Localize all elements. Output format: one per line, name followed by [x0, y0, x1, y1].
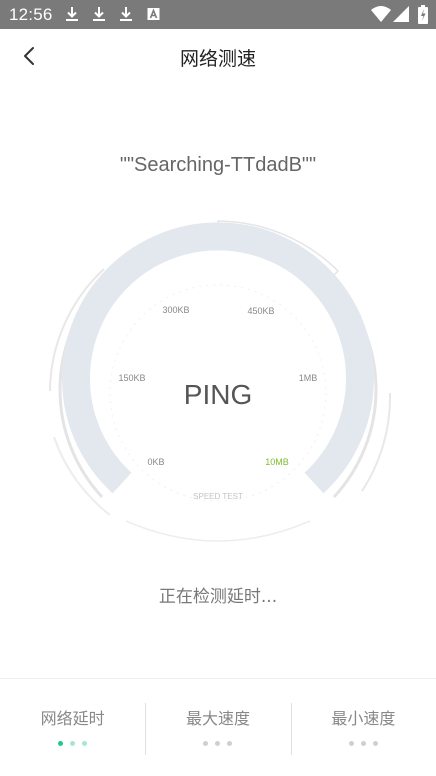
tab-divider	[290, 703, 292, 755]
tab-latency[interactable]: 网络延时	[0, 679, 145, 776]
gauge-caption: SPEED TEST	[193, 492, 243, 501]
download-icon	[93, 7, 105, 21]
wifi-icon	[371, 6, 391, 22]
progress-dot	[215, 741, 221, 746]
a-notification-icon	[147, 8, 160, 20]
progress-dot	[372, 741, 378, 746]
tab-progress-dots	[0, 741, 145, 746]
scale-label-10mb: 10MB	[265, 457, 289, 467]
scale-label-150kb: 150KB	[118, 373, 145, 383]
tab-min-speed[interactable]: 最小速度	[290, 679, 436, 776]
battery-icon	[418, 5, 428, 24]
page-title: 网络测速	[179, 48, 256, 70]
test-status-text: 正在检测延时...	[158, 587, 278, 607]
gauge-track	[62, 222, 374, 494]
tab-label: 最小速度	[331, 709, 396, 728]
progress-dot	[203, 741, 209, 746]
progress-dot	[227, 741, 233, 746]
progress-dot	[82, 741, 88, 746]
status-bar: 12:56	[0, 0, 436, 29]
gauge-outer-ring-bottom	[125, 520, 311, 542]
progress-dot	[360, 741, 366, 746]
scale-label-300kb: 300KB	[162, 305, 189, 315]
progress-dot	[70, 741, 76, 746]
speed-gauge: 0KB 150KB 300KB 450KB 1MB 10MB PING SPEE…	[49, 220, 392, 542]
scale-label-0kb: 0KB	[147, 457, 164, 467]
download-icon	[120, 7, 132, 21]
progress-dot	[348, 741, 354, 746]
network-ssid: ""Searching-TTdadB""	[119, 154, 317, 176]
scale-label-1mb: 1MB	[299, 373, 318, 383]
app-bar: 网络测速	[0, 29, 436, 85]
progress-dot	[58, 741, 64, 746]
download-icon	[66, 7, 78, 21]
tab-divider	[145, 703, 147, 755]
result-tabs: 网络延时 最大速度 最小速度	[0, 678, 436, 776]
signal-icon	[393, 6, 409, 22]
tab-progress-dots	[145, 741, 290, 746]
gauge-center-text: PING	[184, 379, 252, 410]
status-time: 12:56	[9, 4, 53, 24]
tab-max-speed[interactable]: 最大速度	[145, 679, 290, 776]
tab-label: 网络延时	[40, 709, 105, 728]
tab-progress-dots	[291, 741, 436, 746]
scale-label-450kb: 450KB	[247, 306, 274, 316]
tab-label: 最大速度	[185, 709, 250, 728]
